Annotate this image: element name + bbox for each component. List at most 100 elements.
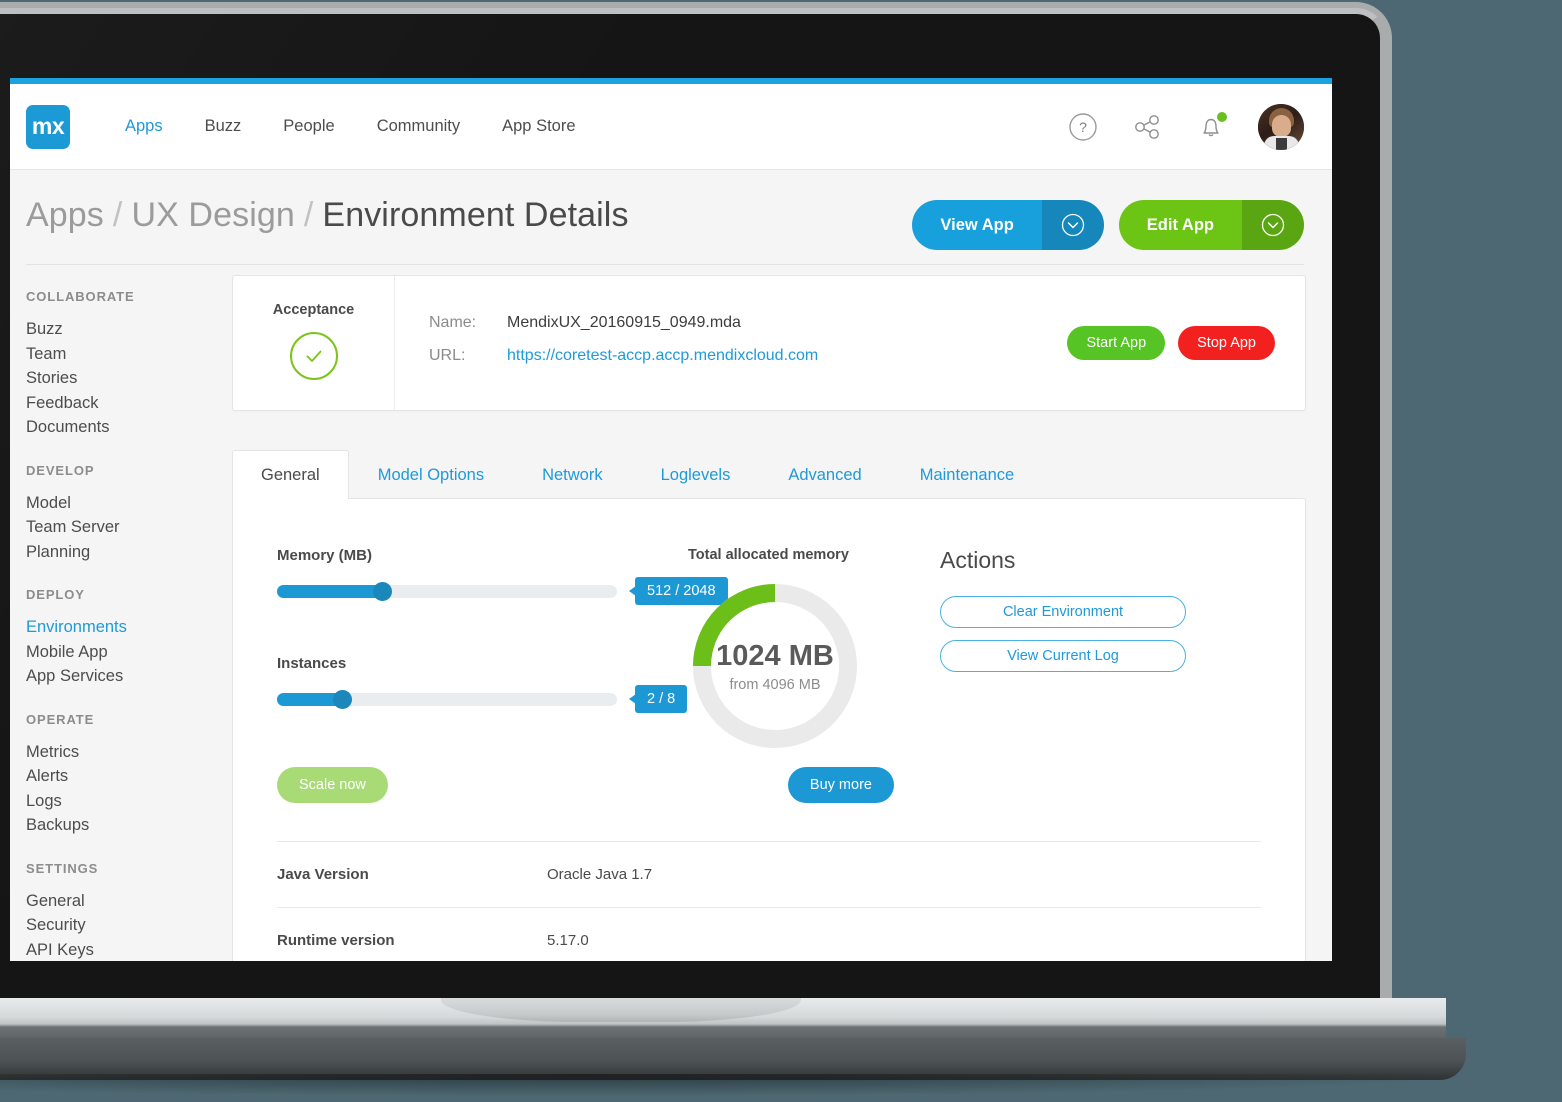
sidebar-item-backups[interactable]: Backups xyxy=(26,814,232,838)
runtime-version-label: Runtime version xyxy=(277,932,395,949)
general-tab-panel: Memory (MB) 512 / 2048 Instances 2 / 8 T… xyxy=(232,498,1306,961)
panel-button-row: Scale now Buy more xyxy=(233,753,1305,803)
chart-title: Total allocated memory xyxy=(688,547,849,563)
actions-panel: Actions Clear Environment View Current L… xyxy=(916,547,1305,753)
sidebar-item-mobile-app[interactable]: Mobile App xyxy=(26,641,232,665)
header-action-buttons: View App Edit App xyxy=(912,196,1304,250)
sidebar-item-api-keys[interactable]: API Keys xyxy=(26,939,232,962)
view-app-chevron-down-icon[interactable] xyxy=(1041,200,1104,250)
url-label: URL: xyxy=(429,347,466,364)
instances-slider[interactable] xyxy=(277,689,617,709)
tab-maintenance[interactable]: Maintenance xyxy=(891,450,1043,499)
tab-general[interactable]: General xyxy=(232,450,349,499)
memory-slider-row: 512 / 2048 xyxy=(277,577,728,605)
sidebar-item-metrics[interactable]: Metrics xyxy=(26,741,232,765)
breadcrumb: Apps / UX Design / Environment Details xyxy=(26,196,629,235)
sidebar-item-environments[interactable]: Environments xyxy=(26,616,232,640)
edit-app-label[interactable]: Edit App xyxy=(1118,200,1242,250)
sidebar-group-operate: OPERATE xyxy=(26,711,95,727)
nav-link-community[interactable]: Community xyxy=(356,117,481,136)
start-app-button[interactable]: Start App xyxy=(1067,326,1166,360)
memory-slider-handle[interactable] xyxy=(372,581,392,601)
clear-environment-button[interactable]: Clear Environment xyxy=(940,596,1186,628)
view-app-label[interactable]: View App xyxy=(912,200,1042,250)
nav-link-app-store[interactable]: App Store xyxy=(481,117,596,136)
notification-badge-dot xyxy=(1217,111,1227,122)
breadcrumb-bar: Apps / UX Design / Environment Details View … xyxy=(10,170,1332,264)
panel-top-row: Memory (MB) 512 / 2048 Instances 2 / 8 T… xyxy=(233,499,1305,753)
tab-bar: General Model Options Network Loglevels … xyxy=(232,449,1306,499)
nav-link-apps[interactable]: Apps xyxy=(104,117,184,136)
memory-label: Memory (MB) xyxy=(277,547,373,564)
instances-slider-handle[interactable] xyxy=(332,689,352,709)
mendix-logo[interactable]: mx xyxy=(26,104,70,149)
sidebar: COLLABORATE Buzz Team Stories Feedback D… xyxy=(10,265,232,961)
donut-total: from 4096 MB xyxy=(729,676,821,693)
scaling-controls: Memory (MB) 512 / 2048 Instances 2 / 8 xyxy=(233,547,728,753)
sidebar-item-team[interactable]: Team xyxy=(26,343,232,367)
sidebar-item-planning[interactable]: Planning xyxy=(26,541,232,565)
edit-app-button[interactable]: Edit App xyxy=(1118,200,1304,250)
sidebar-item-feedback[interactable]: Feedback xyxy=(26,392,232,416)
main-content: Acceptance Name: MendixUX_20160915_0949.… xyxy=(232,265,1332,961)
environment-status-block: Acceptance xyxy=(233,276,395,410)
memory-slider-fill xyxy=(277,584,382,598)
runtime-version-value: 5.17.0 xyxy=(547,932,589,949)
svg-text:?: ? xyxy=(1079,119,1087,135)
check-circle-icon xyxy=(289,332,338,380)
sidebar-item-model[interactable]: Model xyxy=(26,492,232,516)
sidebar-item-logs[interactable]: Logs xyxy=(26,790,232,814)
sidebar-item-stories[interactable]: Stories xyxy=(26,367,232,391)
view-app-button[interactable]: View App xyxy=(912,200,1104,250)
name-label: Name: xyxy=(429,314,477,331)
page-title: Environment Details xyxy=(322,196,629,234)
memory-callout-arrow-icon xyxy=(629,586,636,596)
detail-row-java-version: Java Version Oracle Java 1.7 xyxy=(233,842,1305,907)
sidebar-item-general[interactable]: General xyxy=(26,890,232,914)
sidebar-item-security[interactable]: Security xyxy=(26,914,232,938)
browser-screen: mx Apps Buzz People Community App Store … xyxy=(10,78,1332,961)
share-icon[interactable] xyxy=(1130,110,1164,144)
top-navigation-bar: mx Apps Buzz People Community App Store … xyxy=(10,84,1332,170)
notifications-icon[interactable] xyxy=(1194,110,1228,144)
tab-model-options[interactable]: Model Options xyxy=(349,450,513,499)
scale-now-button[interactable]: Scale now xyxy=(277,767,388,803)
avatar[interactable] xyxy=(1258,103,1304,150)
instances-slider-row: 2 / 8 xyxy=(277,685,688,713)
stop-app-button[interactable]: Stop App xyxy=(1178,326,1275,360)
instances-label: Instances xyxy=(277,655,347,672)
detail-row-runtime-version: Runtime version 5.17.0 xyxy=(233,908,1305,961)
tab-network[interactable]: Network xyxy=(513,450,632,499)
breadcrumb-item-apps[interactable]: Apps xyxy=(26,196,104,234)
edit-app-chevron-down-icon[interactable] xyxy=(1242,200,1304,250)
laptop-drop-shadow xyxy=(0,1074,1460,1096)
nav-link-people[interactable]: People xyxy=(262,117,355,136)
instances-value-callout: 2 / 8 xyxy=(629,685,688,713)
view-current-log-button[interactable]: View Current Log xyxy=(940,640,1186,672)
breadcrumb-separator: / xyxy=(112,196,123,234)
sidebar-group-deploy: DEPLOY xyxy=(26,587,85,602)
environment-controls: Start App Stop App xyxy=(1067,276,1305,410)
environment-status-card: Acceptance Name: MendixUX_20160915_0949.… xyxy=(232,275,1306,411)
help-icon[interactable]: ? xyxy=(1066,110,1100,144)
java-version-label: Java Version xyxy=(277,866,369,883)
sidebar-item-app-services[interactable]: App Services xyxy=(26,665,232,689)
nav-link-buzz[interactable]: Buzz xyxy=(184,117,263,136)
tab-loglevels[interactable]: Loglevels xyxy=(632,450,760,499)
url-link[interactable]: https://coretest-accp.accp.mendixcloud.c… xyxy=(507,347,818,365)
laptop-scene: mx Apps Buzz People Community App Store … xyxy=(0,0,1562,1102)
nav-right-tools: ? xyxy=(1066,103,1304,150)
donut-value: 1024 MB xyxy=(716,639,834,672)
page-body: COLLABORATE Buzz Team Stories Feedback D… xyxy=(10,265,1332,961)
environment-info: Name: MendixUX_20160915_0949.mda URL: ht… xyxy=(395,276,1067,410)
memory-donut: 1024 MB from 4096 MB xyxy=(688,579,862,753)
buy-more-button[interactable]: Buy more xyxy=(787,767,894,803)
sidebar-item-documents[interactable]: Documents xyxy=(26,416,232,440)
sidebar-item-buzz[interactable]: Buzz xyxy=(26,318,232,342)
sidebar-item-alerts[interactable]: Alerts xyxy=(26,765,232,789)
breadcrumb-item-ux-design[interactable]: UX Design xyxy=(131,196,294,234)
name-value: MendixUX_20160915_0949.mda xyxy=(507,314,741,331)
sidebar-item-team-server[interactable]: Team Server xyxy=(26,516,232,540)
memory-slider[interactable] xyxy=(277,581,617,601)
tab-advanced[interactable]: Advanced xyxy=(759,450,890,499)
